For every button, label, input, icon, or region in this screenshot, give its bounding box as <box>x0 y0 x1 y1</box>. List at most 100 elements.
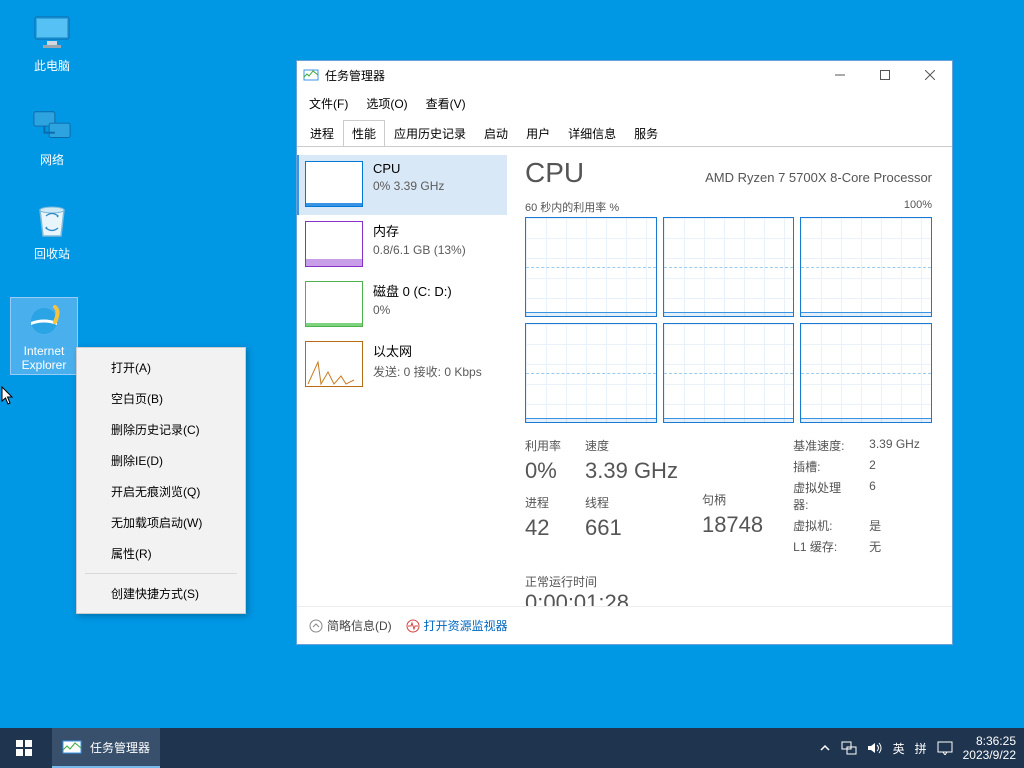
sockets-k: 插槽: <box>793 458 853 475</box>
menu-options[interactable]: 选项(O) <box>358 92 415 115</box>
open-resource-monitor[interactable]: 打开资源监视器 <box>406 617 508 634</box>
tab-services[interactable]: 服务 <box>625 120 667 147</box>
brief-info-label: 简略信息(D) <box>327 617 392 634</box>
tab-performance[interactable]: 性能 <box>343 120 385 147</box>
sidebar-sub: 0% 3.39 GHz <box>373 179 444 193</box>
uptime-value: 0:00:01:28 <box>525 590 932 606</box>
cpu-graph-0 <box>525 217 657 317</box>
tray-ime-mode[interactable]: 拼 <box>915 740 927 757</box>
sidebar-sub: 0.8/6.1 GB (13%) <box>373 243 466 257</box>
task-manager-icon <box>303 67 319 83</box>
tab-app-history[interactable]: 应用历史记录 <box>385 120 475 147</box>
start-button[interactable] <box>0 728 48 768</box>
perf-sidebar: CPU 0% 3.39 GHz 内存 0.8/6.1 GB (13%) 磁盘 0… <box>297 147 507 606</box>
menu-file[interactable]: 文件(F) <box>301 92 356 115</box>
close-button[interactable] <box>907 61 952 89</box>
tab-details[interactable]: 详细信息 <box>559 120 625 147</box>
menubar: 文件(F) 选项(O) 查看(V) <box>297 89 952 118</box>
sidebar-item-cpu[interactable]: CPU 0% 3.39 GHz <box>297 155 507 215</box>
brief-info-toggle[interactable]: 简略信息(D) <box>309 617 392 634</box>
taskbar-task-manager[interactable]: 任务管理器 <box>52 728 160 768</box>
tray-ime-lang[interactable]: 英 <box>893 740 905 757</box>
handle-value: 18748 <box>702 512 763 538</box>
sidebar-item-ethernet[interactable]: 以太网 发送: 0 接收: 0 Kbps <box>297 335 507 395</box>
thread-label: 线程 <box>585 494 678 511</box>
tray-notifications-icon[interactable] <box>937 741 953 755</box>
tray-network-icon[interactable] <box>841 741 857 755</box>
minimize-button[interactable] <box>817 61 862 89</box>
ctx-delete-ie[interactable]: 删除IE(D) <box>77 445 245 476</box>
thread-value: 661 <box>585 515 678 541</box>
desktop-icon-internet-explorer[interactable]: Internet Explorer <box>10 297 78 375</box>
desktop-icon-label: Internet Explorer <box>13 344 75 372</box>
cpu-graph-4 <box>663 323 795 423</box>
window-title: 任务管理器 <box>325 67 817 84</box>
sidebar-item-disk[interactable]: 磁盘 0 (C: D:) 0% <box>297 275 507 335</box>
tab-processes[interactable]: 进程 <box>301 120 343 147</box>
cpu-graph-1 <box>663 217 795 317</box>
proc-value: 42 <box>525 515 561 541</box>
ctx-blank-page[interactable]: 空白页(B) <box>77 383 245 414</box>
ethernet-thumb <box>305 341 363 387</box>
memory-thumb <box>305 221 363 267</box>
desktop-icon-network[interactable]: 网络 <box>18 107 86 168</box>
handle-label: 句柄 <box>702 491 763 508</box>
speed-value: 3.39 GHz <box>585 458 678 484</box>
graph-caption-right: 100% <box>904 199 932 215</box>
vm-k: 虚拟机: <box>793 517 853 534</box>
cpu-name: AMD Ryzen 7 5700X 8-Core Processor <box>705 170 932 185</box>
disk-thumb <box>305 281 363 327</box>
tray-clock[interactable]: 8:36:25 2023/9/22 <box>963 734 1016 762</box>
taskbar[interactable]: 任务管理器 英 拼 8:36:25 2023/9/22 <box>0 728 1024 768</box>
graph-caption-left: 60 秒内的利用率 % <box>525 199 619 215</box>
cpu-title: CPU <box>525 157 584 189</box>
tab-users[interactable]: 用户 <box>517 120 559 147</box>
tray-volume-icon[interactable] <box>867 741 883 755</box>
maximize-button[interactable] <box>862 61 907 89</box>
system-tray: 英 拼 8:36:25 2023/9/22 <box>819 734 1024 762</box>
cpu-graphs[interactable] <box>525 217 932 423</box>
proc-label: 进程 <box>525 494 561 511</box>
perf-main-panel: CPU AMD Ryzen 7 5700X 8-Core Processor 6… <box>507 147 952 606</box>
clock-time: 8:36:25 <box>963 734 1016 748</box>
spacer-label <box>702 437 763 451</box>
sidebar-title: 以太网 <box>373 341 482 360</box>
window-footer: 简略信息(D) 打开资源监视器 <box>297 606 952 644</box>
task-manager-icon <box>62 739 82 755</box>
ctx-open[interactable]: 打开(A) <box>77 352 245 383</box>
sockets-v: 2 <box>869 458 876 475</box>
ctx-incognito[interactable]: 开启无痕浏览(Q) <box>77 476 245 507</box>
context-menu: 打开(A) 空白页(B) 删除历史记录(C) 删除IE(D) 开启无痕浏览(Q)… <box>76 347 246 614</box>
desktop-icon-this-pc[interactable]: 此电脑 <box>18 13 86 74</box>
desktop-icon-label: 回收站 <box>18 245 86 262</box>
monitor-icon <box>32 13 72 53</box>
base-speed-v: 3.39 GHz <box>869 437 920 454</box>
base-speed-k: 基准速度: <box>793 437 853 454</box>
cpu-thumb <box>305 161 363 207</box>
tab-startup[interactable]: 启动 <box>475 120 517 147</box>
util-value: 0% <box>525 458 561 484</box>
task-manager-window: 任务管理器 文件(F) 选项(O) 查看(V) 进程 性能 应用历史记录 启动 … <box>296 60 953 645</box>
cpu-graph-5 <box>800 323 932 423</box>
l1-k: L1 缓存: <box>793 538 853 555</box>
cpu-graph-3 <box>525 323 657 423</box>
menu-view[interactable]: 查看(V) <box>418 92 474 115</box>
resource-monitor-label: 打开资源监视器 <box>424 617 508 634</box>
sidebar-item-memory[interactable]: 内存 0.8/6.1 GB (13%) <box>297 215 507 275</box>
mouse-cursor <box>1 386 15 406</box>
chevron-up-icon <box>309 619 323 633</box>
ctx-create-shortcut[interactable]: 创建快捷方式(S) <box>77 578 245 609</box>
ctx-properties[interactable]: 属性(R) <box>77 538 245 569</box>
util-label: 利用率 <box>525 437 561 454</box>
speed-label: 速度 <box>585 437 678 454</box>
ctx-clear-history[interactable]: 删除历史记录(C) <box>77 414 245 445</box>
spacer-value <box>702 455 763 481</box>
tray-chevron-up-icon[interactable] <box>819 742 831 754</box>
sidebar-title: 磁盘 0 (C: D:) <box>373 281 452 300</box>
vproc-v: 6 <box>869 479 876 513</box>
ie-icon <box>24 300 64 340</box>
titlebar[interactable]: 任务管理器 <box>297 61 952 89</box>
ctx-no-addons[interactable]: 无加载项启动(W) <box>77 507 245 538</box>
sidebar-sub: 发送: 0 接收: 0 Kbps <box>373 363 482 380</box>
desktop-icon-recycle-bin[interactable]: 回收站 <box>18 201 86 262</box>
